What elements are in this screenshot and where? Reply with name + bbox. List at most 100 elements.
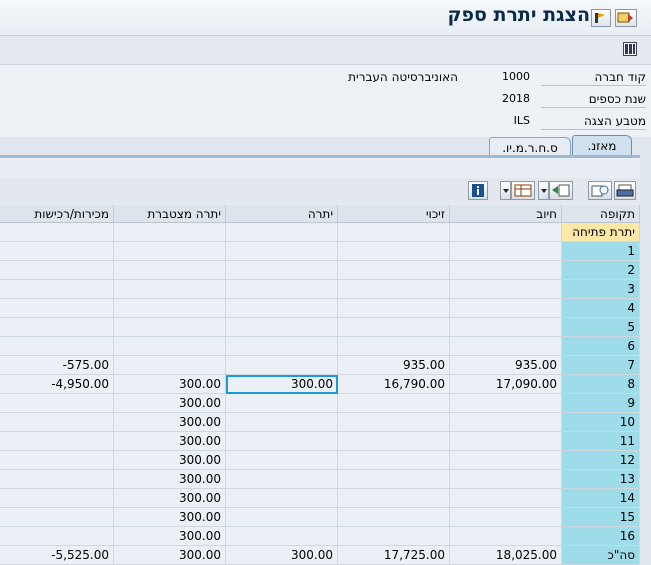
column-header-credit[interactable]: זיכוי — [338, 205, 450, 223]
cell-cumulative-balance[interactable] — [114, 337, 226, 356]
cell-credit[interactable] — [338, 394, 450, 413]
print-icon[interactable] — [614, 181, 636, 200]
cell-cumulative-balance[interactable]: 300.00 — [114, 546, 226, 565]
cell-credit[interactable] — [338, 508, 450, 527]
cell-balance[interactable] — [226, 242, 338, 261]
cell-sales-purchases[interactable] — [0, 451, 114, 470]
cell-period[interactable]: 6 — [562, 337, 640, 356]
cell-cumulative-balance[interactable]: 300.00 — [114, 527, 226, 546]
cell-period[interactable]: סה"כ — [562, 546, 640, 565]
column-header-period[interactable]: תקופה — [562, 205, 640, 223]
change-layout-icon[interactable] — [511, 181, 535, 200]
cell-cumulative-balance[interactable]: 300.00 — [114, 508, 226, 527]
cell-sales-purchases[interactable] — [0, 223, 114, 242]
cell-period[interactable]: 11 — [562, 432, 640, 451]
cell-cumulative-balance[interactable]: 300.00 — [114, 394, 226, 413]
cell-credit[interactable] — [338, 223, 450, 242]
cell-credit[interactable] — [338, 242, 450, 261]
details-icon[interactable] — [588, 181, 612, 200]
cell-period[interactable]: 5 — [562, 318, 640, 337]
cell-cumulative-balance[interactable]: 300.00 — [114, 413, 226, 432]
cell-balance[interactable] — [226, 413, 338, 432]
export-dropdown-icon[interactable] — [538, 181, 549, 200]
cell-balance[interactable] — [226, 527, 338, 546]
cell-sales-purchases[interactable] — [0, 299, 114, 318]
cell-balance[interactable] — [226, 337, 338, 356]
cell-credit[interactable] — [338, 470, 450, 489]
cell-credit[interactable] — [338, 432, 450, 451]
cell-credit[interactable]: 17,725.00 — [338, 546, 450, 565]
cell-balance[interactable] — [226, 508, 338, 527]
cell-debit[interactable] — [450, 280, 562, 299]
cell-debit[interactable] — [450, 470, 562, 489]
cell-debit[interactable]: 18,025.00 — [450, 546, 562, 565]
cell-balance[interactable] — [226, 394, 338, 413]
cell-credit[interactable] — [338, 413, 450, 432]
cell-balance[interactable] — [226, 318, 338, 337]
cell-period[interactable]: 4 — [562, 299, 640, 318]
cell-cumulative-balance[interactable] — [114, 242, 226, 261]
cell-debit[interactable] — [450, 223, 562, 242]
cell-cumulative-balance[interactable]: 300.00 — [114, 451, 226, 470]
cell-cumulative-balance[interactable]: 300.00 — [114, 375, 226, 394]
cell-credit[interactable] — [338, 337, 450, 356]
cell-cumulative-balance[interactable] — [114, 299, 226, 318]
cell-debit[interactable]: 17,090.00 — [450, 375, 562, 394]
column-header-cumulative-balance[interactable]: יתרה מצטברת — [114, 205, 226, 223]
cell-period[interactable]: 1 — [562, 242, 640, 261]
cell-cumulative-balance[interactable]: 300.00 — [114, 470, 226, 489]
cell-sales-purchases[interactable] — [0, 470, 114, 489]
cell-period[interactable]: 9 — [562, 394, 640, 413]
cell-debit[interactable] — [450, 394, 562, 413]
column-header-debit[interactable]: חיוב — [450, 205, 562, 223]
cell-balance[interactable] — [226, 470, 338, 489]
cell-debit[interactable] — [450, 489, 562, 508]
cell-sales-purchases[interactable] — [0, 527, 114, 546]
cell-balance[interactable]: 300.00 — [226, 546, 338, 565]
cell-debit[interactable] — [450, 508, 562, 527]
layout-icon[interactable] — [623, 42, 637, 56]
cell-sales-purchases[interactable]: -5,525.00 — [0, 546, 114, 565]
export-icon[interactable] — [549, 181, 573, 200]
cell-debit[interactable] — [450, 413, 562, 432]
cell-debit[interactable] — [450, 318, 562, 337]
cell-cumulative-balance[interactable] — [114, 261, 226, 280]
cell-period[interactable]: 15 — [562, 508, 640, 527]
cell-credit[interactable]: 16,790.00 — [338, 375, 450, 394]
cell-balance[interactable] — [226, 489, 338, 508]
cell-balance[interactable] — [226, 223, 338, 242]
cell-cumulative-balance[interactable] — [114, 280, 226, 299]
cell-credit[interactable] — [338, 299, 450, 318]
cell-sales-purchases[interactable] — [0, 261, 114, 280]
cell-period[interactable]: 12 — [562, 451, 640, 470]
display-change-icon[interactable] — [615, 9, 637, 27]
cell-sales-purchases[interactable] — [0, 413, 114, 432]
cell-sales-purchases[interactable] — [0, 337, 114, 356]
cell-balance[interactable] — [226, 432, 338, 451]
tab-balance[interactable]: מאזנ. — [572, 135, 632, 156]
cell-credit[interactable] — [338, 280, 450, 299]
cell-credit[interactable] — [338, 318, 450, 337]
cell-credit[interactable]: 935.00 — [338, 356, 450, 375]
cell-period[interactable]: 7 — [562, 356, 640, 375]
cell-period[interactable]: 8 — [562, 375, 640, 394]
cell-debit[interactable] — [450, 451, 562, 470]
cell-cumulative-balance[interactable] — [114, 356, 226, 375]
cell-sales-purchases[interactable] — [0, 508, 114, 527]
cell-balance[interactable] — [226, 299, 338, 318]
cell-cumulative-balance[interactable]: 300.00 — [114, 432, 226, 451]
cell-period[interactable]: 3 — [562, 280, 640, 299]
cell-cumulative-balance[interactable] — [114, 223, 226, 242]
cell-sales-purchases[interactable] — [0, 394, 114, 413]
info-icon[interactable] — [468, 181, 488, 200]
cell-credit[interactable] — [338, 527, 450, 546]
back-flag-icon[interactable] — [591, 9, 611, 27]
cell-period[interactable]: 16 — [562, 527, 640, 546]
cell-period[interactable]: יתרת פתיחה — [562, 223, 640, 242]
cell-sales-purchases[interactable] — [0, 489, 114, 508]
cell-sales-purchases[interactable] — [0, 432, 114, 451]
cell-credit[interactable] — [338, 489, 450, 508]
cell-period[interactable]: 14 — [562, 489, 640, 508]
cell-cumulative-balance[interactable] — [114, 318, 226, 337]
cell-sales-purchases[interactable] — [0, 242, 114, 261]
